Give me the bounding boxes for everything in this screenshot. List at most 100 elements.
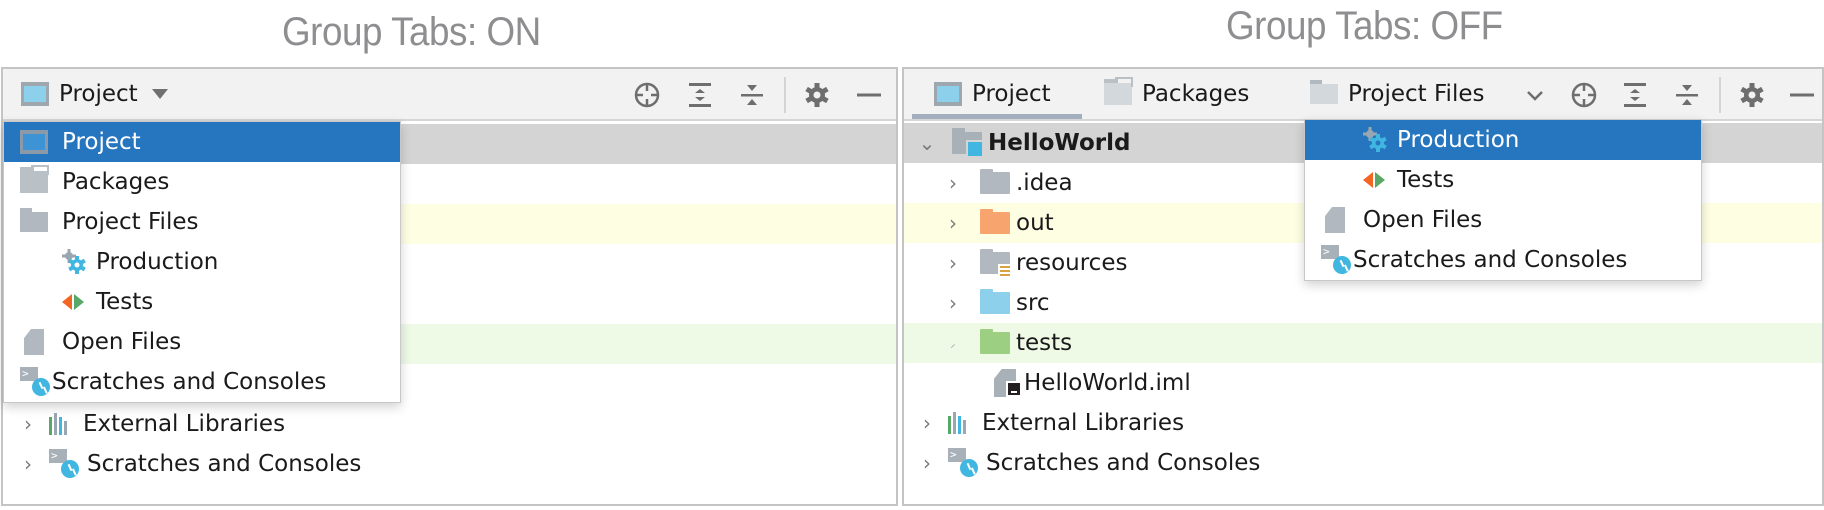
project-icon [20, 130, 48, 154]
tree-row-label: HelloWorld.iml [1024, 370, 1191, 396]
tree-row-src[interactable]: › src [904, 283, 1822, 323]
scratches-icon: > [1321, 245, 1353, 275]
popup-item-open-files[interactable]: Open Files [4, 322, 400, 362]
resources-folder-icon [980, 249, 1010, 278]
popup-item-label: Scratches and Consoles [1353, 247, 1628, 273]
popup-item-label: Project [62, 129, 141, 155]
external-libraries-icon [948, 412, 976, 434]
triangle-down-icon [151, 89, 168, 99]
scratches-icon: > [49, 449, 81, 479]
popup-item-tests[interactable]: Tests [1305, 160, 1701, 200]
popup-item-label: Scratches and Consoles [52, 369, 327, 395]
popup-item-label: Packages [62, 169, 170, 195]
popup-item-label: Production [1397, 127, 1520, 153]
popup-item-label: Tests [96, 289, 154, 315]
tree-row-label: resources [1016, 250, 1128, 276]
scratches-icon: > [948, 448, 980, 478]
popup-item-tests[interactable]: Tests [4, 282, 400, 322]
popup-item-label: Open Files [62, 329, 182, 355]
popup-item-label: Tests [1397, 167, 1455, 193]
popup-item-label: Project Files [62, 209, 199, 235]
tests-icon [1363, 170, 1387, 190]
view-selector-label: Project [59, 81, 138, 107]
collapse-all-icon[interactable] [1673, 81, 1701, 109]
chevron-down-icon[interactable]: ⌄ [916, 131, 938, 155]
minimize-icon[interactable] [855, 81, 883, 109]
minimize-icon[interactable] [1788, 81, 1816, 109]
scratches-icon: > [20, 367, 52, 397]
chevron-right-icon[interactable]: ⸝ [942, 336, 964, 350]
file-icon [1325, 207, 1345, 233]
chevron-down-icon[interactable] [1521, 81, 1549, 109]
tree-row-external-libraries[interactable]: › External Libraries [904, 403, 1822, 443]
chevron-right-icon[interactable]: › [916, 411, 938, 435]
chevron-right-icon[interactable]: › [942, 211, 964, 235]
expand-all-icon[interactable] [1621, 81, 1649, 109]
packages-icon [1104, 77, 1133, 105]
popup-item-project-files[interactable]: Project Files [4, 202, 400, 242]
popup-item-production[interactable]: Production [4, 242, 400, 282]
project-icon [21, 82, 49, 106]
popup-item-scratches[interactable]: > Scratches and Consoles [1305, 240, 1701, 280]
tree-row-label: External Libraries [83, 411, 286, 437]
chevron-right-icon[interactable]: › [17, 412, 39, 436]
popup-item-open-files[interactable]: Open Files [1305, 200, 1701, 240]
tab-label: Project [972, 81, 1051, 107]
popup-item-scratches[interactable]: > Scratches and Consoles [4, 362, 400, 402]
locate-icon[interactable] [633, 81, 661, 109]
gear-icon[interactable] [803, 81, 831, 109]
test-folder-icon [980, 329, 1010, 354]
tab-project[interactable]: Project [934, 69, 1051, 119]
tree-row-tests[interactable]: ⸝ tests [904, 323, 1822, 363]
source-folder-icon [980, 289, 1010, 314]
tree-row-label: External Libraries [982, 410, 1185, 436]
folder-icon [20, 208, 48, 232]
tree-row-label: .idea [1016, 170, 1073, 196]
project-icon [934, 82, 962, 106]
file-icon [24, 329, 44, 355]
packages-icon [20, 165, 49, 193]
production-gear-icon [60, 248, 88, 276]
tree-row-label: HelloWorld [988, 130, 1131, 156]
iml-badge [1006, 381, 1022, 397]
popup-item-project[interactable]: Project [4, 122, 400, 162]
chevron-right-icon[interactable]: › [942, 291, 964, 315]
tree-row-label: Scratches and Consoles [87, 451, 362, 477]
tree-row-label: tests [1016, 330, 1073, 356]
tree-row-external-libraries[interactable]: › External Libraries [3, 404, 896, 444]
tab-packages[interactable]: Packages [1104, 69, 1249, 119]
view-selector-dropdown[interactable]: Project [21, 69, 168, 119]
tree-row-scratches[interactable]: › > Scratches and Consoles [904, 443, 1822, 483]
caption-group-tabs-off: Group Tabs: OFF [1226, 4, 1503, 48]
chevron-right-icon[interactable]: › [17, 452, 39, 476]
toolbar-separator [784, 77, 786, 113]
tree-row-helloworld-iml[interactable]: HelloWorld.iml [904, 363, 1822, 403]
tree-row-label: Scratches and Consoles [986, 450, 1261, 476]
locate-icon[interactable] [1570, 81, 1598, 109]
tool-window-header: Project [3, 69, 896, 121]
folder-icon [980, 169, 1010, 194]
tab-label: Packages [1142, 81, 1250, 107]
gear-icon[interactable] [1738, 81, 1766, 109]
popup-item-label: Production [96, 249, 219, 275]
popup-item-label: Open Files [1363, 207, 1483, 233]
active-tab-indicator [912, 114, 1082, 119]
expand-all-icon[interactable] [686, 81, 714, 109]
view-selector-popup: Project Packages Project Files Productio… [3, 121, 401, 403]
excluded-folder-icon [980, 209, 1010, 234]
chevron-right-icon[interactable]: › [942, 171, 964, 195]
tab-project-files[interactable]: Project Files [1310, 69, 1484, 119]
project-files-scope-popup: Production Tests Open Files > Scratches … [1304, 119, 1702, 281]
chevron-right-icon[interactable]: › [942, 251, 964, 275]
popup-item-packages[interactable]: Packages [4, 162, 400, 202]
folder-icon [1310, 80, 1338, 104]
popup-item-production[interactable]: Production [1305, 120, 1701, 160]
collapse-all-icon[interactable] [738, 81, 766, 109]
tree-row-scratches[interactable]: › > Scratches and Consoles [3, 444, 896, 484]
production-gear-icon [1361, 126, 1389, 154]
tab-label: Project Files [1348, 81, 1485, 107]
tree-row-label: out [1016, 210, 1054, 236]
tests-icon [62, 292, 86, 312]
chevron-right-icon[interactable]: › [916, 451, 938, 475]
external-libraries-icon [49, 413, 77, 435]
